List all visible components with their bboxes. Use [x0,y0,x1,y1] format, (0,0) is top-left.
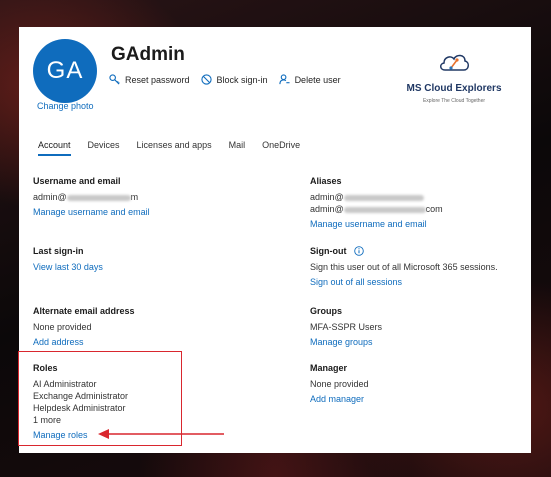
manager-heading: Manager [310,363,348,373]
tab-bar: Account Devices Licenses and apps Mail O… [38,140,317,156]
username-value-prefix: admin@ [33,192,67,202]
alternate-email-value: None provided [33,322,92,332]
tab-onedrive[interactable]: OneDrive [262,140,300,156]
tab-devices[interactable]: Devices [88,140,120,156]
tab-account[interactable]: Account [38,140,71,156]
change-photo-link[interactable]: Change photo [37,101,94,111]
reset-password-label: Reset password [125,74,190,85]
brand-name: MS Cloud Explorers [406,83,502,94]
person-delete-icon [278,74,290,85]
alias-1-prefix: admin@ [310,192,344,202]
redacted-text [343,194,424,201]
block-signin-button[interactable]: Block sign-in [200,74,268,85]
add-address-link[interactable]: Add address [33,336,135,348]
action-bar: Reset password Block sign-in Delete user [109,74,352,85]
alternate-email-heading: Alternate email address [33,306,135,316]
redacted-text [343,206,426,213]
key-icon [109,74,120,85]
groups-value: MFA-SSPR Users [310,322,383,332]
delete-user-label: Delete user [294,74,341,85]
alias-2-suffix: com [425,204,443,214]
signout-section: Sign-out Sign this user out of all Micro… [310,245,498,288]
manager-section: Manager None provided Add manager [310,362,369,405]
info-icon[interactable] [354,246,364,256]
aliases-section: Aliases admin@ admin@ com Manage username… [310,175,443,230]
sign-out-all-sessions-link[interactable]: Sign out of all sessions [310,276,498,288]
delete-user-button[interactable]: Delete user [278,74,341,85]
groups-section: Groups MFA-SSPR Users Manage groups [310,305,382,348]
username-value: admin@ m [33,191,150,203]
aliases-heading: Aliases [310,176,342,186]
alternate-email-section: Alternate email address None provided Ad… [33,305,135,348]
groups-heading: Groups [310,306,343,316]
signout-heading: Sign-out [310,246,347,256]
tab-mail[interactable]: Mail [229,140,246,156]
last-signin-heading: Last sign-in [33,246,84,256]
username-heading: Username and email [33,176,121,186]
arrow-icon [98,429,224,439]
brand-tagline: Explore The Cloud Together [422,98,486,104]
redacted-text [66,194,131,201]
user-display-name: GAdmin [111,44,185,65]
alias-value-2: admin@ com [310,203,443,215]
username-value-suffix: m [130,192,139,202]
last-signin-section: Last sign-in View last 30 days [33,245,103,273]
manage-username-link[interactable]: Manage username and email [33,206,150,218]
brand-block: MS Cloud Explorers Explore The Cloud Tog… [399,51,509,104]
avatar[interactable]: GA [33,39,97,103]
tab-licenses-and-apps[interactable]: Licenses and apps [137,140,212,156]
avatar-initials: GA [46,57,84,84]
cloud-logo-icon [440,54,469,71]
block-signin-label: Block sign-in [216,74,268,85]
signout-text: Sign this user out of all Microsoft 365 … [310,262,498,272]
add-manager-link[interactable]: Add manager [310,393,369,405]
username-section: Username and email admin@ m Manage userna… [33,175,150,218]
manager-value: None provided [310,379,369,389]
signout-heading-row: Sign-out [310,245,498,257]
alias-2-prefix: admin@ [310,204,344,214]
reset-password-button[interactable]: Reset password [109,74,190,85]
alias-value-1: admin@ [310,191,443,203]
manage-aliases-link[interactable]: Manage username and email [310,218,443,230]
manage-groups-link[interactable]: Manage groups [310,336,382,348]
block-icon [200,74,212,85]
view-last-30-days-link[interactable]: View last 30 days [33,261,103,273]
